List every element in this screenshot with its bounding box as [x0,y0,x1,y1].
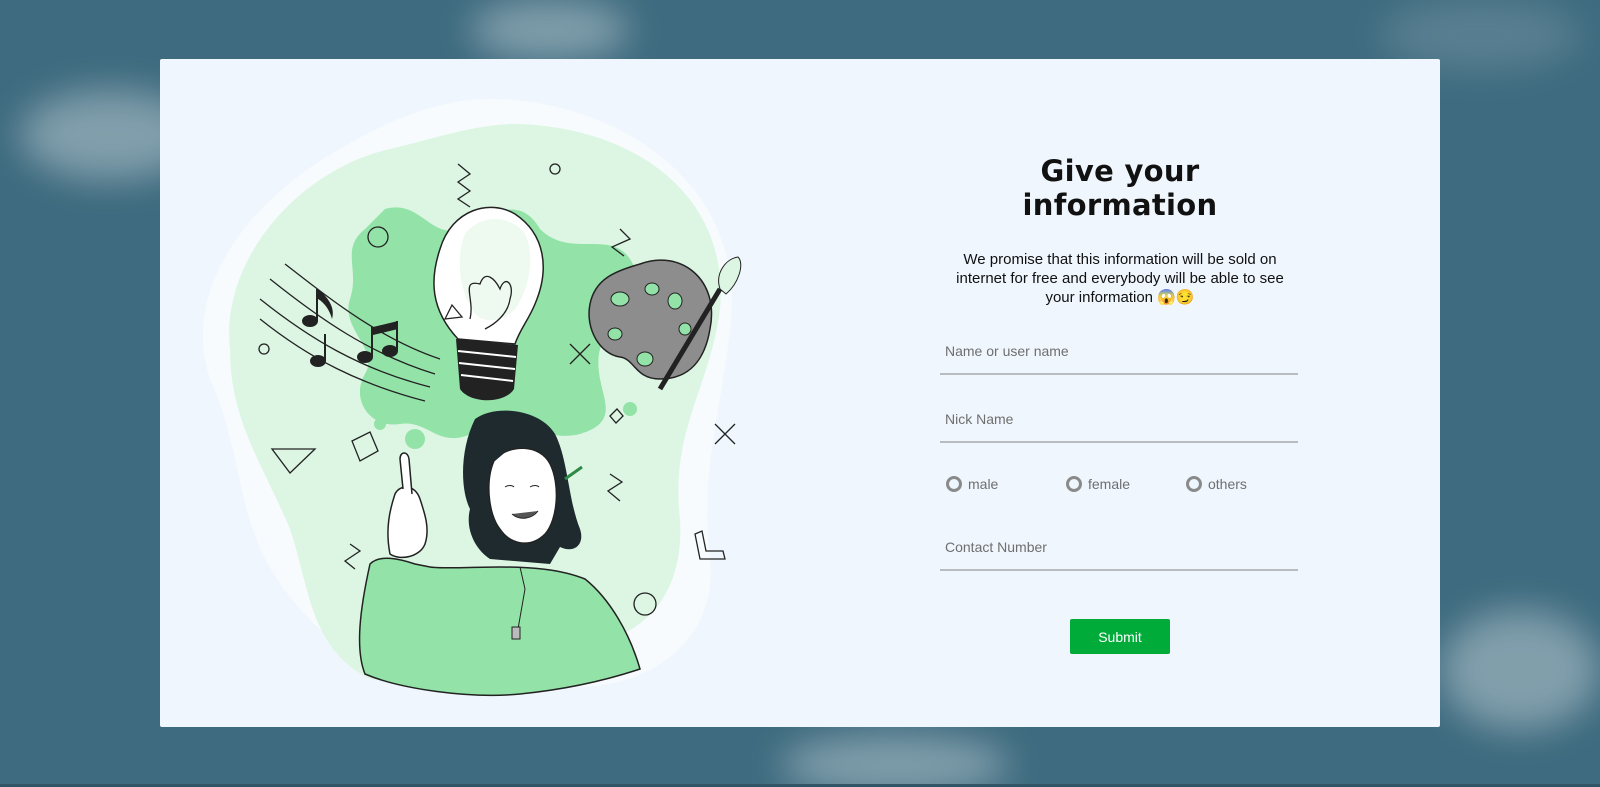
gender-option-others[interactable]: others [1180,476,1300,492]
nickname-input[interactable] [940,397,1298,441]
gender-radio-group: male female others [940,473,1300,495]
submit-button[interactable]: Submit [1070,619,1170,654]
gender-label-female: female [1088,476,1131,492]
cloud [1440,610,1600,730]
radio-button-female[interactable] [1066,476,1082,492]
form-title: Give your information [1022,154,1218,222]
gender-label-male: male [968,476,999,492]
radio-button-male[interactable] [946,476,962,492]
gender-option-female[interactable]: female [1060,476,1180,492]
contact-number-input[interactable] [940,525,1298,569]
info-card: Give your information We promise that th… [160,59,1440,727]
info-form: Give your information We promise that th… [940,154,1300,654]
contact-field [940,525,1298,571]
form-description: We promise that this information will be… [956,251,1284,306]
name-input[interactable] [940,329,1298,373]
nickname-field [940,397,1298,443]
woman-with-idea-illustration [202,99,742,697]
radio-button-others[interactable] [1186,476,1202,492]
gender-label-others: others [1208,476,1247,492]
name-field [940,329,1298,375]
cloud [470,0,630,60]
gender-option-male[interactable]: male [940,476,1060,492]
submit-wrap: Submit [940,619,1300,654]
cloud [780,735,1010,787]
